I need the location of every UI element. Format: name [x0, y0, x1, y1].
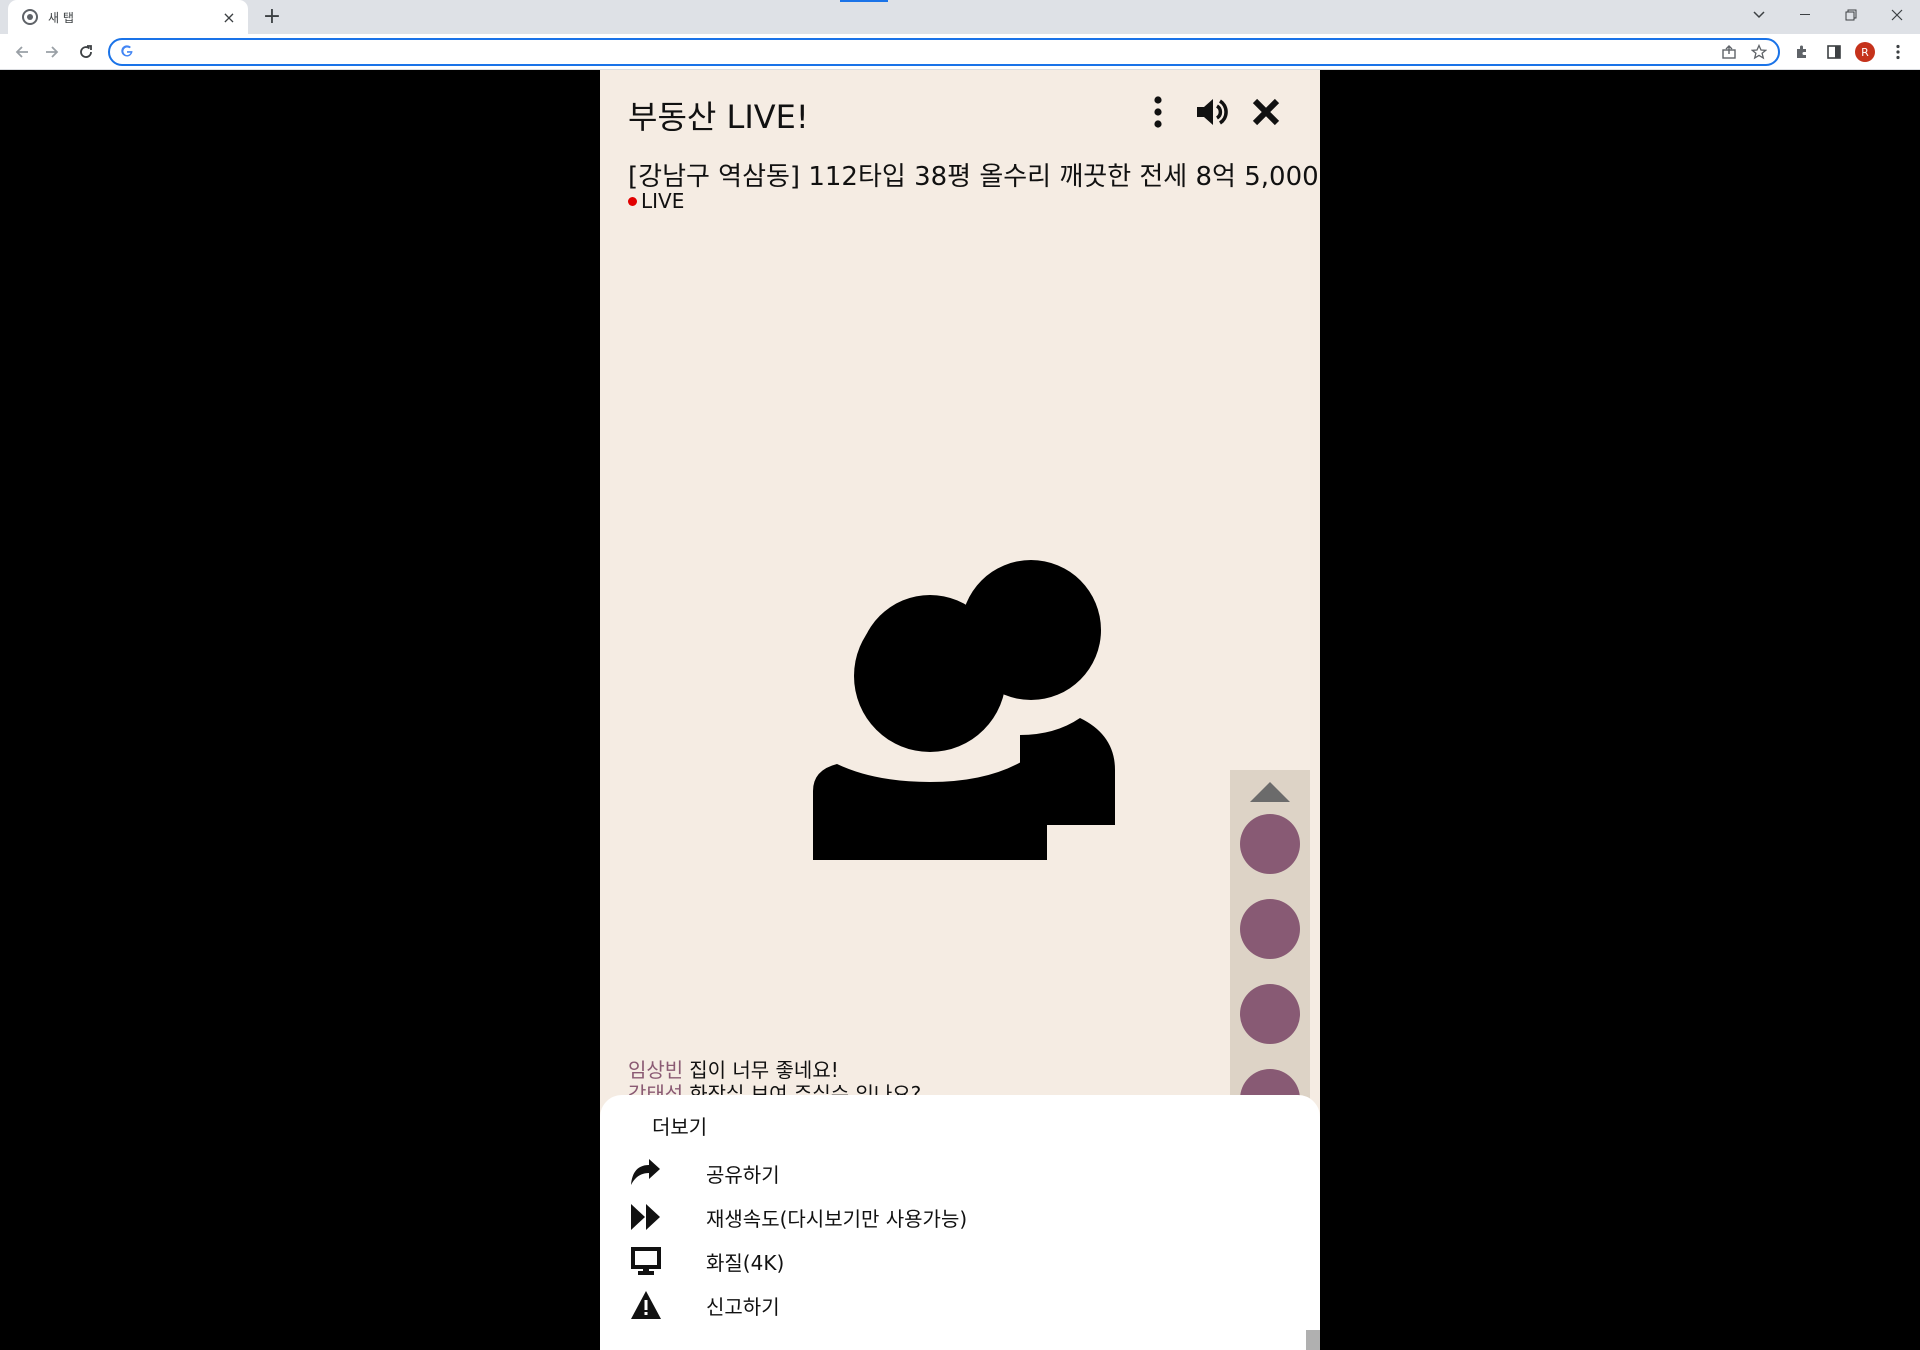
- reload-icon[interactable]: [72, 38, 100, 66]
- side-panel-icon[interactable]: [1822, 40, 1846, 64]
- volume-icon[interactable]: [1190, 90, 1234, 134]
- more-options-sheet: 더보기 공유하기 재생속도(다시보기만 사용가능) 화질(4K) 신고하기: [600, 1095, 1320, 1350]
- fast-forward-icon: [628, 1199, 664, 1235]
- menu-item-share[interactable]: 공유하기: [628, 1151, 1292, 1195]
- browser-tab[interactable]: 새 탭 ×: [8, 0, 248, 34]
- google-icon: [120, 43, 134, 62]
- back-icon[interactable]: [8, 38, 36, 66]
- profile-avatar[interactable]: R: [1855, 42, 1875, 62]
- viewer-avatar[interactable]: [1240, 984, 1300, 1044]
- new-tab-button[interactable]: +: [258, 4, 286, 32]
- minimize-icon[interactable]: [1782, 0, 1828, 30]
- tab-close-icon[interactable]: ×: [220, 8, 238, 27]
- chat-message: 임상빈 집이 너무 좋네요!: [628, 1058, 921, 1082]
- browser-menu-icon[interactable]: [1886, 40, 1910, 64]
- page-viewport: 부동산 LIVE! [강남구 역삼동] 112타입 38평 올수리 깨끗한 전세…: [0, 70, 1920, 1350]
- close-icon[interactable]: [1244, 90, 1288, 134]
- tab-title: 새 탭: [48, 10, 74, 25]
- monitor-icon: [628, 1243, 664, 1279]
- live-indicator: LIVE: [628, 189, 684, 213]
- live-dot: [628, 196, 637, 206]
- chat-text: 집이 너무 좋네요!: [689, 1058, 839, 1082]
- chat-username[interactable]: 임상빈: [628, 1058, 683, 1082]
- forward-icon[interactable]: [38, 38, 66, 66]
- chrome-icon: [22, 9, 38, 25]
- menu-item-playback-speed[interactable]: 재생속도(다시보기만 사용가능): [628, 1195, 1292, 1239]
- tab-search-icon[interactable]: [1736, 0, 1782, 30]
- close-window-icon[interactable]: [1874, 0, 1920, 30]
- listing-title: [강남구 역삼동] 112타입 38평 올수리 깨끗한 전세 8억 5,000: [628, 162, 1319, 192]
- viewer-rail: [1230, 770, 1310, 1129]
- tabstrip-accent: [840, 0, 888, 2]
- extensions-icon[interactable]: [1790, 40, 1814, 64]
- menu-label: 신고하기: [706, 1294, 780, 1319]
- live-label: LIVE: [641, 189, 685, 213]
- warning-icon: [628, 1287, 664, 1323]
- app-title: 부동산 LIVE!: [628, 98, 809, 136]
- viewer-avatar[interactable]: [1240, 814, 1300, 874]
- sheet-title: 더보기: [652, 1115, 708, 1139]
- scroll-up-icon[interactable]: [1250, 780, 1290, 802]
- share-page-icon[interactable]: [1718, 41, 1740, 63]
- sheet-corner: [1306, 1330, 1320, 1350]
- address-input[interactable]: [142, 41, 1718, 63]
- share-icon: [628, 1155, 664, 1191]
- restore-icon[interactable]: [1828, 0, 1874, 30]
- address-bar[interactable]: [108, 38, 1780, 66]
- menu-label: 재생속도(다시보기만 사용가능): [706, 1206, 968, 1231]
- people-icon: [765, 560, 1165, 874]
- menu-item-quality[interactable]: 화질(4K): [628, 1239, 1292, 1283]
- live-app: 부동산 LIVE! [강남구 역삼동] 112타입 38평 올수리 깨끗한 전세…: [600, 70, 1320, 1350]
- bookmark-star-icon[interactable]: [1748, 41, 1770, 63]
- browser-tabstrip: 새 탭 × +: [0, 0, 1920, 34]
- viewer-avatar[interactable]: [1240, 899, 1300, 959]
- menu-item-report[interactable]: 신고하기: [628, 1283, 1292, 1327]
- menu-label: 공유하기: [706, 1162, 780, 1187]
- menu-label: 화질(4K): [706, 1250, 785, 1275]
- more-options-icon[interactable]: [1136, 90, 1180, 134]
- browser-toolbar: R: [0, 34, 1920, 70]
